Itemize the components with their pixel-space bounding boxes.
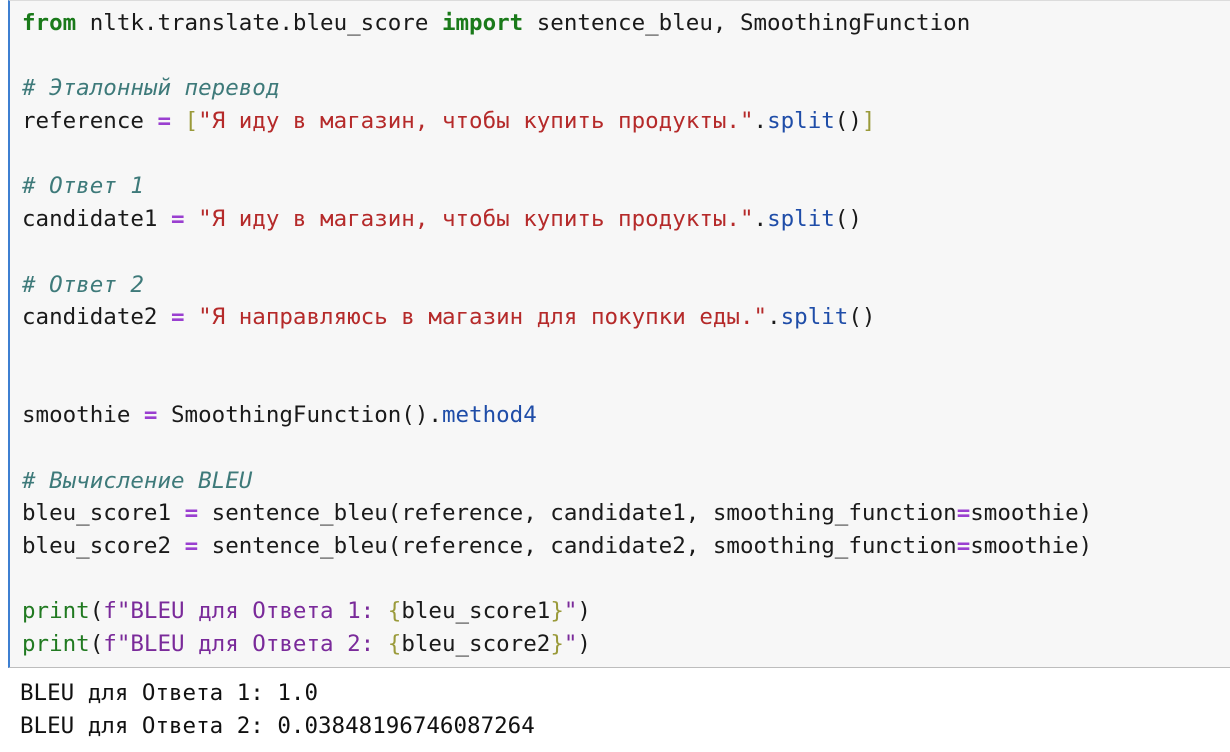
- variable: smoothie: [22, 402, 144, 429]
- operator: =: [171, 206, 185, 233]
- operator: =: [956, 533, 971, 559]
- module-path: nltk.translate.bleu_score: [76, 10, 442, 36]
- call-parens: (): [834, 206, 862, 233]
- operator: =: [184, 500, 199, 527]
- cell-output: BLEU для Ответа 1: 1.0 BLEU для Ответа 2…: [20, 677, 535, 742]
- code-line-19: print(f"BLEU для Ответа 1: {bleu_score1}…: [22, 595, 1230, 628]
- paren: (: [89, 598, 104, 625]
- call-parens: (): [848, 304, 876, 331]
- code-line-6: # Ответ 1: [22, 170, 1230, 203]
- keyword: import: [441, 10, 524, 36]
- variable: candidate2: [22, 304, 172, 331]
- fstring-expression: bleu_score2: [401, 631, 551, 658]
- paren: ): [577, 631, 591, 658]
- comment: # Вычисление BLEU: [22, 467, 253, 494]
- expression-tail: smoothie): [970, 533, 1093, 559]
- comment: # Ответ 2: [22, 271, 144, 298]
- dot: .: [753, 206, 768, 233]
- fstring-expression: bleu_score1: [401, 598, 551, 625]
- brace: {: [387, 598, 402, 625]
- expression: sentence_bleu(reference, candidate2, smo…: [198, 533, 957, 559]
- fstring-literal: f"BLEU для Ответа 2:: [103, 631, 388, 658]
- builtin-print: print: [22, 631, 90, 658]
- operator: =: [143, 402, 158, 429]
- paren: (: [89, 631, 104, 658]
- call-parens: (): [834, 108, 862, 135]
- code-line-1: from nltk.translate.bleu_score import se…: [22, 7, 1230, 40]
- fstring-literal: ": [563, 631, 578, 658]
- expression: SmoothingFunction().: [157, 402, 442, 429]
- bracket: [: [184, 108, 199, 135]
- fstring-literal: ": [563, 598, 578, 625]
- string-literal: "Я направляюсь в магазин для покупки еды…: [198, 304, 768, 331]
- code-line-15: # Вычисление BLEU: [22, 465, 1230, 498]
- variable: candidate1: [22, 206, 172, 233]
- brace: }: [550, 631, 564, 658]
- paren: ): [577, 598, 591, 625]
- operator: =: [956, 500, 971, 527]
- code-line-9: # Ответ 2: [22, 269, 1230, 302]
- comment: # Эталонный перевод: [22, 75, 280, 102]
- code-line-3: # Эталонный перевод: [22, 72, 1230, 105]
- code-line-20: print(f"BLEU для Ответа 2: {bleu_score2}…: [22, 628, 1230, 661]
- operator: =: [184, 533, 199, 559]
- code-cell-editor[interactable]: from nltk.translate.bleu_score import se…: [8, 0, 1230, 668]
- method-name: split: [767, 206, 835, 233]
- comment: # Ответ 1: [22, 173, 144, 200]
- bracket: ]: [861, 108, 876, 135]
- variable: bleu_score1: [22, 500, 185, 527]
- operator: =: [157, 108, 172, 135]
- method-name: split: [780, 304, 849, 331]
- expression-tail: smoothie): [970, 500, 1093, 527]
- output-line-1: BLEU для Ответа 1: 1.0: [20, 680, 319, 706]
- code-line-10: candidate2 = "Я направляюсь в магазин дл…: [22, 301, 1230, 334]
- code-line-17: bleu_score2 = sentence_bleu(reference, c…: [22, 530, 1230, 563]
- code-line-4: reference = ["Я иду в магазин, чтобы куп…: [22, 105, 1230, 138]
- output-line-2: BLEU для Ответа 2: 0.03848196746087264: [20, 712, 535, 739]
- variable: bleu_score2: [22, 533, 185, 559]
- code-line-13: smoothie = SmoothingFunction().method4: [22, 399, 1230, 432]
- code-line-7: candidate1 = "Я иду в магазин, чтобы куп…: [22, 203, 1230, 236]
- string-literal: "Я иду в магазин, чтобы купить продукты.…: [198, 206, 754, 233]
- imported-names: sentence_bleu, SmoothingFunction: [523, 10, 971, 36]
- dot: .: [767, 304, 781, 331]
- builtin-print: print: [22, 598, 90, 625]
- string-literal: "Я иду в магазин, чтобы купить продукты.…: [198, 108, 754, 135]
- brace: }: [550, 598, 564, 625]
- keyword: from: [22, 10, 77, 36]
- operator: =: [171, 304, 185, 331]
- method-name: method4: [441, 402, 537, 429]
- variable: reference: [22, 108, 158, 135]
- method-name: split: [767, 108, 835, 135]
- brace: {: [387, 631, 402, 658]
- fstring-literal: f"BLEU для Ответа 1:: [103, 598, 388, 625]
- expression: sentence_bleu(reference, candidate1, smo…: [198, 500, 957, 527]
- dot: .: [753, 108, 768, 135]
- code-line-16: bleu_score1 = sentence_bleu(reference, c…: [22, 497, 1230, 530]
